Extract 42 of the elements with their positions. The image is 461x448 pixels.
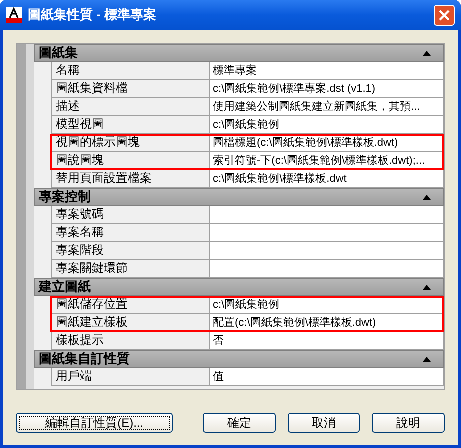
property-value[interactable]: 使用建築公制圖紙集建立新圖紙集，其預...: [210, 98, 444, 116]
window-title: 圖紙集性質 - 標準專案: [28, 6, 158, 24]
section-header[interactable]: 建立圖紙: [34, 278, 444, 296]
property-value[interactable]: [210, 260, 444, 278]
property-value[interactable]: [210, 242, 444, 260]
collapse-icon[interactable]: [423, 284, 431, 290]
property-value[interactable]: 否: [210, 332, 444, 350]
property-label[interactable]: 用戶端: [51, 368, 210, 386]
section-header[interactable]: 專案控制: [34, 188, 444, 206]
property-value[interactable]: c:\圖紙集範例: [210, 116, 444, 134]
property-label[interactable]: 專案關鍵環節: [51, 260, 210, 278]
close-button[interactable]: [434, 4, 455, 26]
section-header[interactable]: 圖紙集: [34, 44, 444, 62]
property-value[interactable]: c:\圖紙集範例\標準專案.dst (v1.1): [210, 80, 444, 98]
property-label[interactable]: 專案階段: [51, 242, 210, 260]
collapse-icon[interactable]: [423, 50, 431, 56]
property-value[interactable]: 標準專案: [210, 62, 444, 80]
app-logo-icon: [6, 7, 22, 23]
property-label[interactable]: 樣板提示: [51, 332, 210, 350]
property-value[interactable]: [210, 206, 444, 224]
property-label[interactable]: 替用頁面設置檔案: [51, 170, 210, 188]
property-label[interactable]: 名稱: [51, 62, 210, 80]
property-label[interactable]: 圖紙集資料檔: [51, 80, 210, 98]
property-label[interactable]: 專案號碼: [51, 206, 210, 224]
property-value[interactable]: [210, 224, 444, 242]
close-icon: [439, 10, 450, 20]
property-label[interactable]: 模型視圖: [51, 116, 210, 134]
section-title: 圖紙集自訂性質: [39, 351, 130, 367]
property-label[interactable]: 專案名稱: [51, 224, 210, 242]
dialog-button[interactable]: 說明: [372, 413, 445, 433]
dialog-button[interactable]: 編輯自訂性質(E)...: [16, 413, 174, 433]
section-header[interactable]: 圖紙集自訂性質: [34, 350, 444, 368]
property-value[interactable]: 值: [210, 368, 444, 386]
property-value[interactable]: c:\圖紙集範例\標準樣板.dwt: [210, 170, 444, 188]
section-title: 建立圖紙: [39, 279, 91, 295]
dialog-button[interactable]: 取消: [288, 413, 360, 433]
dialog-button[interactable]: 確定: [203, 413, 276, 433]
section-title: 專案控制: [39, 189, 91, 205]
collapse-icon[interactable]: [423, 194, 431, 200]
collapse-icon[interactable]: [423, 356, 431, 362]
section-title: 圖紙集: [39, 45, 78, 61]
property-label[interactable]: 描述: [51, 98, 210, 116]
